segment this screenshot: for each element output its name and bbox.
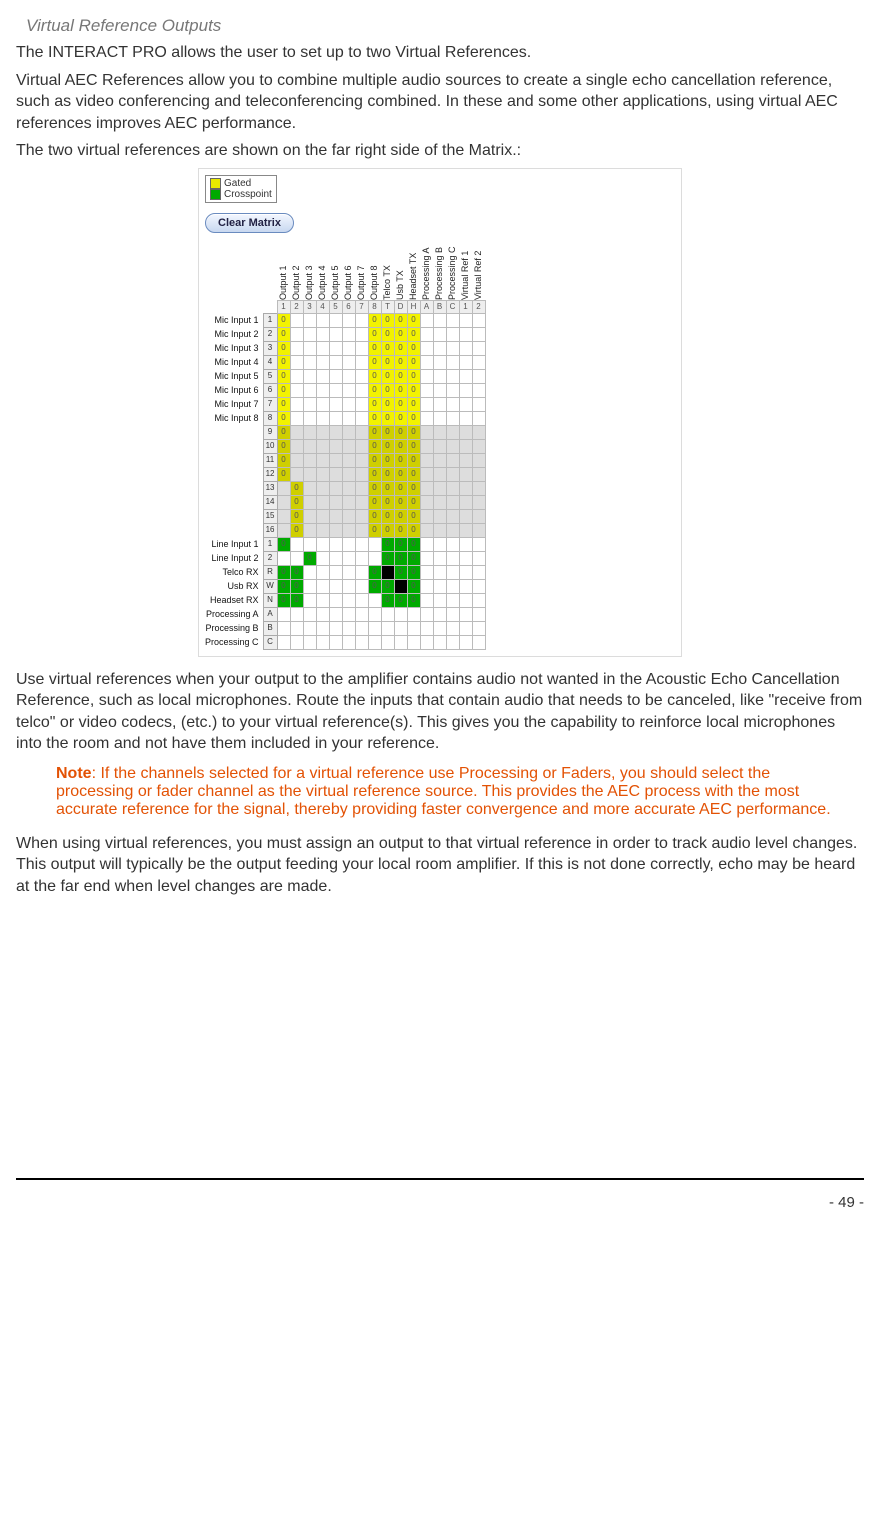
note-text: : If the channels selected for a virtual… xyxy=(56,765,831,818)
paragraph: Virtual AEC References allow you to comb… xyxy=(16,70,864,135)
paragraph: The INTERACT PRO allows the user to set … xyxy=(16,42,864,64)
note-label: Note xyxy=(56,765,92,782)
page-number: - 49 - xyxy=(829,1194,864,1211)
crosspoint-swatch xyxy=(210,189,221,200)
matrix-screenshot: Gated Crosspoint Clear Matrix Output 1Ou… xyxy=(198,168,682,657)
note: Note: If the channels selected for a vir… xyxy=(56,765,836,819)
matrix-grid: Output 1Output 2Output 3Output 4Output 5… xyxy=(205,243,675,650)
page-footer: - 49 - xyxy=(16,1178,864,1211)
paragraph: Use virtual references when your output … xyxy=(16,669,864,755)
paragraph: When using virtual references, you must … xyxy=(16,833,864,898)
section-title: Virtual Reference Outputs xyxy=(26,16,864,36)
gated-swatch xyxy=(210,178,221,189)
legend-gated: Gated xyxy=(224,178,251,189)
legend-box: Gated Crosspoint xyxy=(205,175,277,203)
paragraph: The two virtual references are shown on … xyxy=(16,140,864,162)
clear-matrix-button[interactable]: Clear Matrix xyxy=(205,213,294,233)
legend-crosspoint: Crosspoint xyxy=(224,189,272,200)
